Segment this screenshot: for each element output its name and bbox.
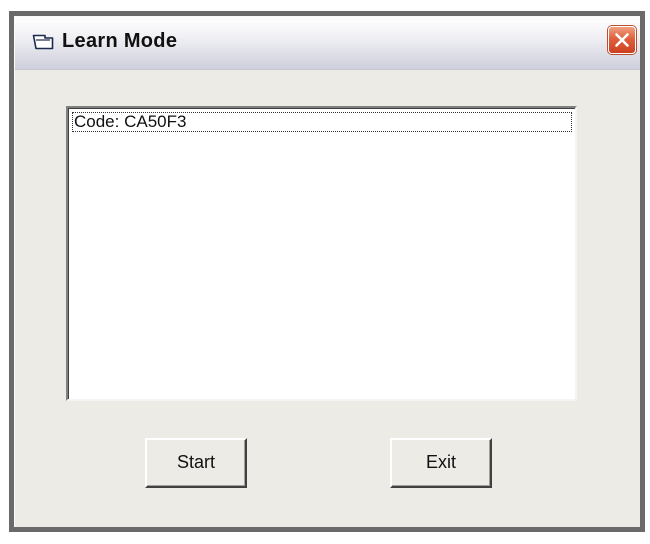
title-bar[interactable]: Learn Mode — [15, 17, 640, 70]
listbox-inner: Code: CA50F3 — [68, 108, 575, 399]
start-button[interactable]: Start — [145, 438, 247, 488]
code-listbox[interactable]: Code: CA50F3 — [66, 106, 577, 401]
window-icon — [32, 34, 54, 50]
learn-mode-window: Learn Mode Code: CA50F3 Start Exit — [9, 11, 645, 532]
exit-button[interactable]: Exit — [390, 438, 492, 488]
window-frame: Learn Mode Code: CA50F3 Start Exit — [14, 16, 640, 527]
window-title: Learn Mode — [62, 30, 178, 52]
close-button[interactable] — [608, 26, 636, 54]
list-item[interactable]: Code: CA50F3 — [72, 112, 572, 132]
close-icon — [615, 33, 629, 47]
